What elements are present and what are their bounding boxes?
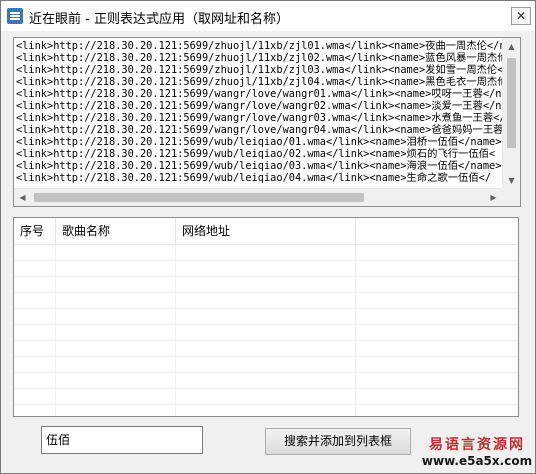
close-button[interactable]: ✕ (511, 7, 531, 25)
site-watermark: 易语言资源网 www.e5a5x.com (421, 437, 533, 471)
source-line: <link>http://218.30.20.121:5699/wangr/lo… (16, 124, 502, 136)
scroll-down-icon[interactable]: ▼ (503, 172, 520, 189)
source-line: <link>http://218.30.20.121:5699/wub/leiq… (16, 136, 502, 148)
scroll-left-icon[interactable]: ◀ (14, 189, 31, 206)
search-add-button[interactable]: 搜索并添加到列表框 (265, 428, 411, 455)
listview-body[interactable] (14, 245, 518, 416)
source-line: <link>http://218.30.20.121:5699/zhuojl/1… (16, 40, 502, 52)
column-header-song-name[interactable]: 歌曲名称 (56, 218, 176, 244)
window-title: 近在眼前 - 正则表达式应用（取网址和名称） (29, 12, 289, 27)
scrollbar-corner (502, 188, 520, 206)
watermark-text: 易语言资源网 (429, 437, 525, 453)
source-line: <link>http://218.30.20.121:5699/wub/leiq… (16, 148, 496, 160)
source-line: <link>http://218.30.20.121:5699/zhuojl/1… (16, 52, 502, 64)
listview-header: 序号 歌曲名称 网络地址 (14, 218, 518, 245)
watermark-url: www.e5a5x.com (421, 454, 533, 468)
horizontal-scroll-thumb[interactable] (34, 193, 364, 202)
source-line: <link>http://218.30.20.121:5699/zhuojl/1… (16, 64, 502, 76)
result-listview[interactable]: 序号 歌曲名称 网络地址 (13, 217, 519, 417)
title-bar[interactable]: 近在眼前 - 正则表达式应用（取网址和名称） ✕ (1, 1, 535, 31)
app-icon (7, 8, 23, 24)
source-line: <link>http://218.30.20.121:5699/wangr/lo… (16, 88, 502, 100)
column-divider (355, 245, 356, 416)
scroll-up-icon[interactable]: ▲ (503, 38, 520, 55)
main-window: 近在眼前 - 正则表达式应用（取网址和名称） ✕ <link>http://21… (0, 0, 536, 474)
source-textarea[interactable]: <link>http://218.30.20.121:5699/zhuojl/1… (13, 37, 521, 207)
source-line: <link>http://218.30.20.121:5699/wub/leiq… (16, 172, 492, 184)
source-line: <link>http://218.30.20.121:5699/zhuojl/1… (16, 76, 502, 88)
scroll-right-icon[interactable]: ▶ (485, 189, 502, 206)
source-text[interactable]: <link>http://218.30.20.121:5699/zhuojl/1… (16, 40, 502, 188)
source-line: <link>http://218.30.20.121:5699/wub/leiq… (16, 160, 502, 172)
horizontal-scrollbar[interactable]: ◀ ▶ (14, 188, 502, 206)
column-divider (55, 245, 56, 416)
column-divider (175, 245, 176, 416)
source-line: <link>http://218.30.20.121:5699/wangr/lo… (16, 112, 502, 124)
column-header-index[interactable]: 序号 (14, 218, 56, 244)
vertical-scrollbar[interactable]: ▲ ▼ (502, 38, 520, 189)
source-line: <link>http://218.30.20.121:5699/wangr/lo… (16, 100, 502, 112)
column-header-url[interactable]: 网络地址 (176, 218, 356, 244)
search-input[interactable]: 伍佰 (41, 426, 203, 454)
vertical-scroll-thumb[interactable] (507, 58, 516, 148)
